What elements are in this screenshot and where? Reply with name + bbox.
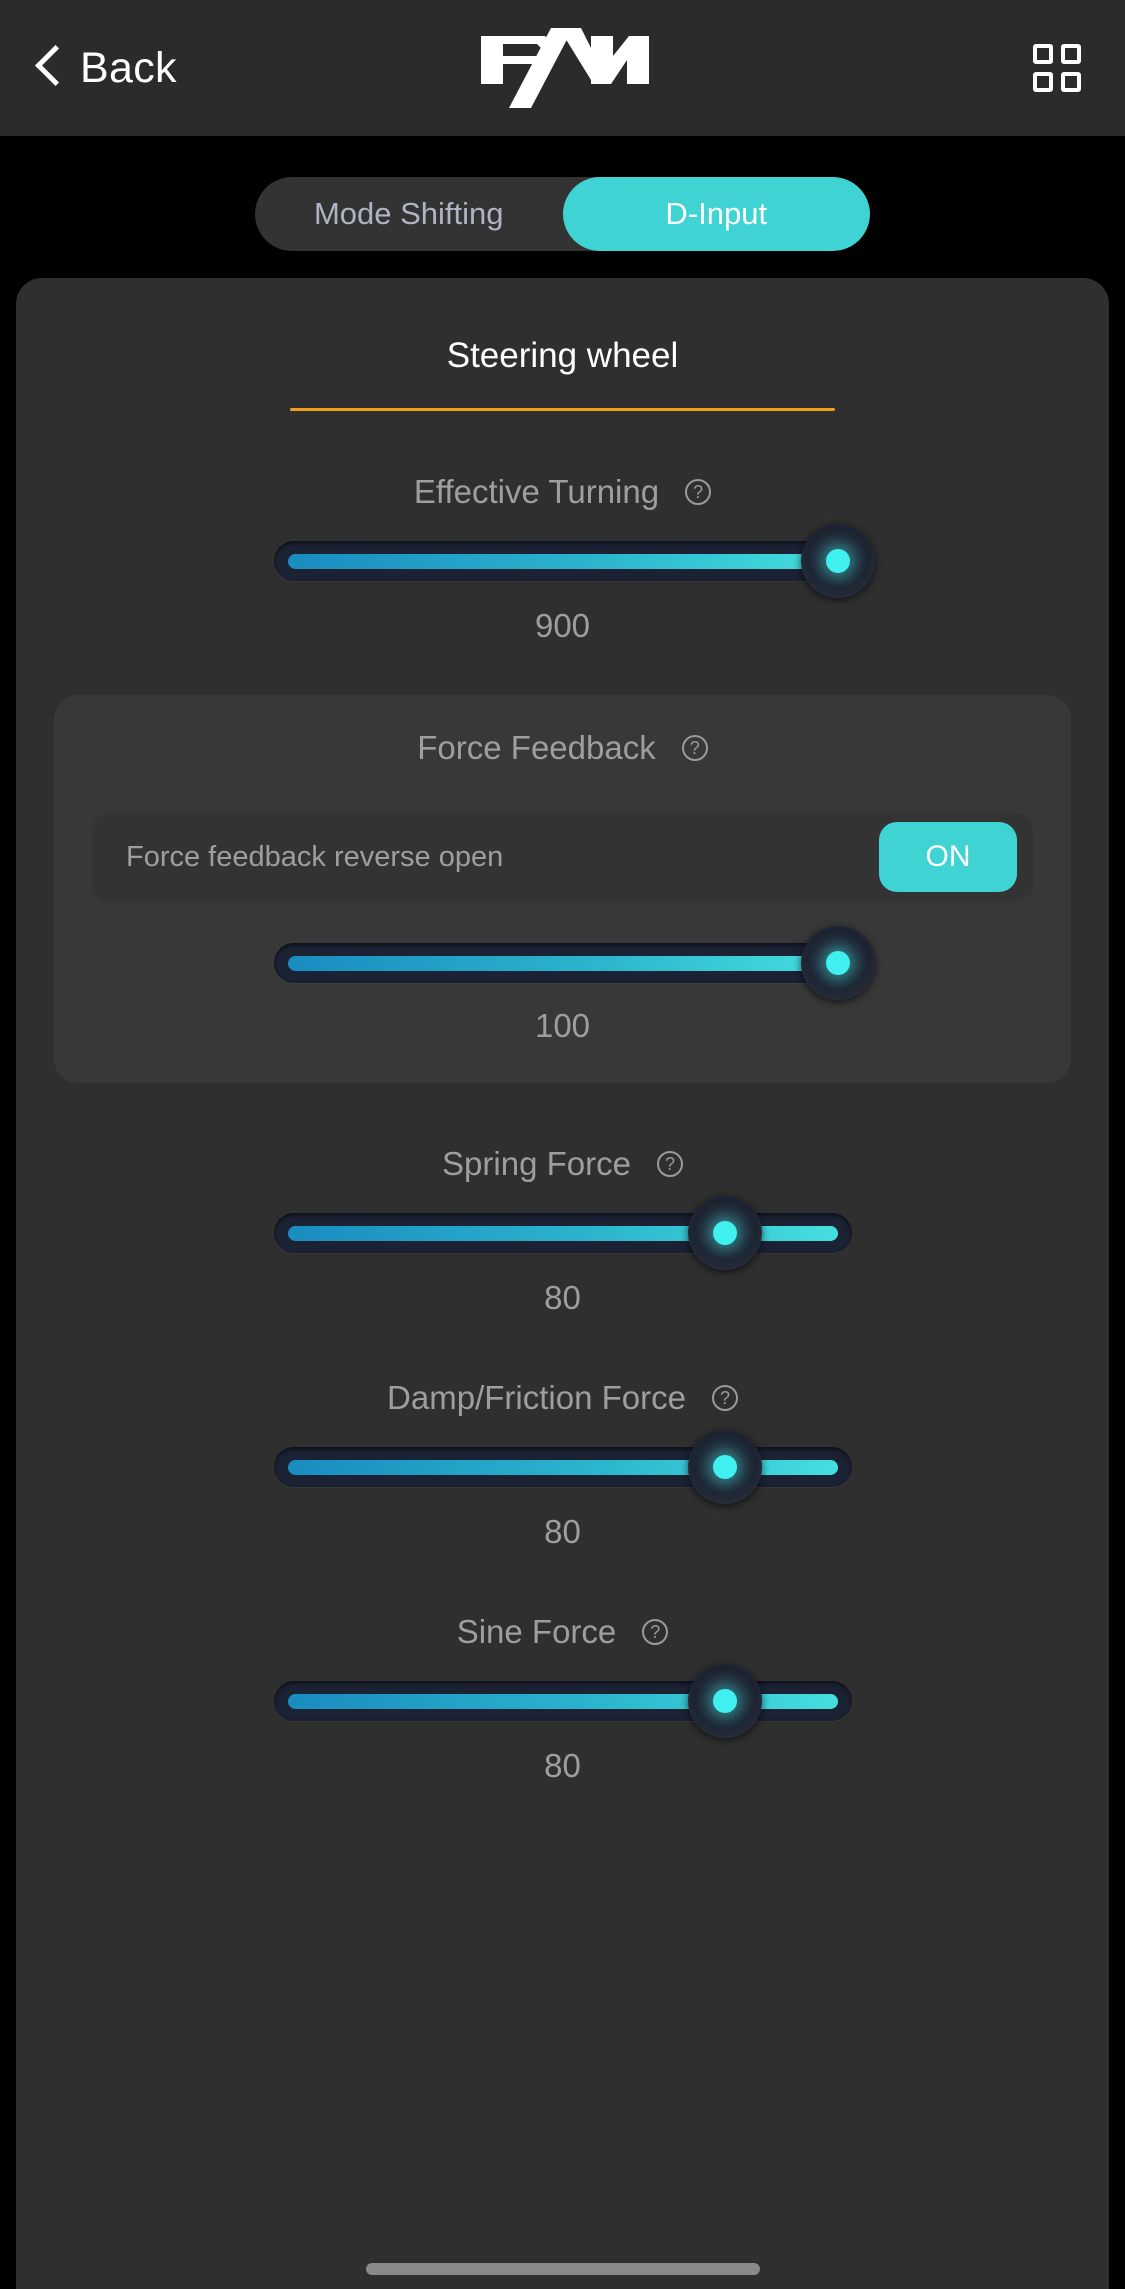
grid-cell <box>1033 72 1053 92</box>
spring-force-value: 80 <box>544 1279 581 1316</box>
slider-thumb[interactable] <box>687 1196 762 1270</box>
force-feedback-value: 100 <box>534 1007 591 1044</box>
spring-force-slider[interactable] <box>273 1196 852 1270</box>
home-indicator[interactable] <box>365 2263 760 2275</box>
sine-force-slider[interactable] <box>273 1664 852 1738</box>
question-mark-circle-icon[interactable]: ? <box>656 1151 683 1177</box>
effective-turning-slider[interactable] <box>273 524 875 598</box>
page-title: Steering wheel <box>446 336 679 375</box>
control-header: Damp/Friction Force ? <box>16 1379 1109 1417</box>
force-feedback-reverse-label: Force feedback reverse open <box>126 840 504 873</box>
force-feedback-reverse-toggle[interactable]: ON <box>879 822 1017 892</box>
grid-cell <box>1061 72 1081 92</box>
question-mark-circle-icon[interactable]: ? <box>685 479 712 505</box>
effective-turning-value: 900 <box>534 607 591 644</box>
control-damp-friction-force: Damp/Friction Force ? 80 <box>16 1317 1109 1551</box>
damp-friction-force-value: 80 <box>544 1513 581 1550</box>
sine-force-value: 80 <box>544 1747 581 1784</box>
slider-fill <box>287 554 838 569</box>
question-mark-circle-icon[interactable]: ? <box>642 1619 669 1645</box>
control-header: Force Feedback ? <box>54 729 1071 767</box>
force-feedback-card: Force Feedback ? Force feedback reverse … <box>54 695 1071 1083</box>
back-button-label: Back <box>80 43 177 92</box>
app-header: Back <box>0 0 1125 136</box>
control-effective-turning: Effective Turning ? 900 <box>16 411 1109 645</box>
slider-thumb[interactable] <box>687 1664 762 1738</box>
grid-cell <box>1033 44 1053 64</box>
grid-cell <box>1061 44 1081 64</box>
control-header: Spring Force ? <box>16 1145 1109 1183</box>
effective-turning-label: Effective Turning <box>413 473 660 510</box>
damp-friction-force-label: Damp/Friction Force <box>387 1379 686 1416</box>
slider-fill <box>287 956 838 971</box>
force-feedback-reverse-row: Force feedback reverse open ON <box>92 813 1033 901</box>
control-spring-force: Spring Force ? 80 <box>16 1083 1109 1317</box>
grid-2x2-icon[interactable] <box>1033 44 1081 92</box>
slider-thumb[interactable] <box>687 1430 762 1504</box>
back-button[interactable]: Back <box>32 42 177 94</box>
pxn-logo <box>468 18 658 118</box>
question-mark-circle-icon[interactable]: ? <box>711 1385 738 1411</box>
damp-friction-force-slider[interactable] <box>273 1430 852 1504</box>
chevron-left-icon <box>32 42 66 94</box>
slider-thumb[interactable] <box>800 524 875 598</box>
sine-force-label: Sine Force <box>456 1613 617 1650</box>
tab-d-input[interactable]: D-Input <box>562 177 870 251</box>
mode-tabs: Mode Shifting D-Input <box>255 177 870 251</box>
settings-panel: Steering wheel Effective Turning ? 900 F… <box>16 278 1109 2289</box>
spring-force-label: Spring Force <box>442 1145 631 1182</box>
control-header: Effective Turning ? <box>16 473 1109 511</box>
force-feedback-slider[interactable] <box>273 926 875 1000</box>
tab-mode-shifting[interactable]: Mode Shifting <box>255 177 563 251</box>
panel-title-container: Steering wheel <box>16 318 1109 411</box>
mode-tabs-container: Mode Shifting D-Input <box>0 136 1125 292</box>
control-sine-force: Sine Force ? 80 <box>16 1551 1109 1785</box>
app-root: Back Mode Shifting D-Input Steering whee… <box>0 0 1125 2289</box>
slider-thumb[interactable] <box>800 926 875 1000</box>
question-mark-circle-icon[interactable]: ? <box>681 735 708 761</box>
control-header: Sine Force ? <box>16 1613 1109 1651</box>
force-feedback-label: Force Feedback <box>417 729 656 766</box>
